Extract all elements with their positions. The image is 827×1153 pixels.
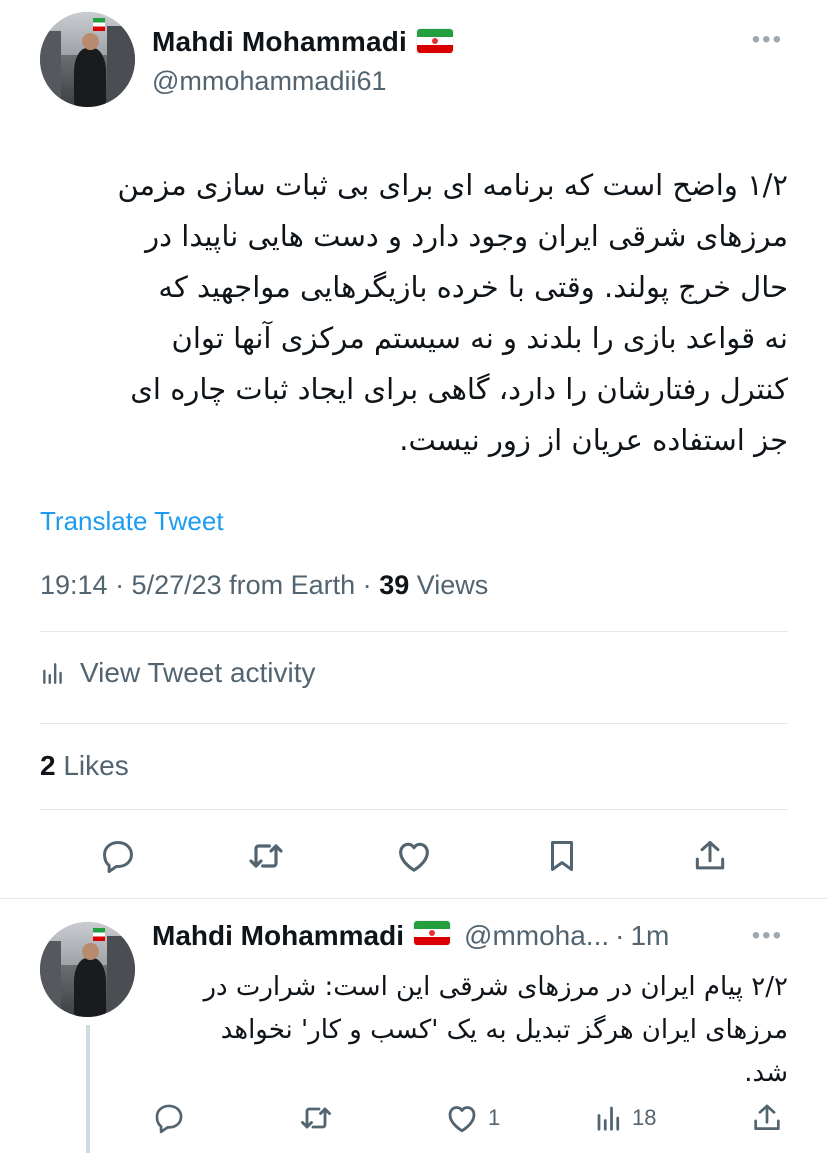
divider — [40, 723, 788, 724]
reply-timestamp[interactable]: 1m — [630, 920, 669, 952]
translate-tweet-link[interactable]: Translate Tweet — [40, 506, 224, 537]
author-name-text: Mahdi Mohammadi — [152, 26, 408, 57]
author-name[interactable]: Mahdi Mohammadi — [152, 26, 454, 58]
author-handle[interactable]: @mmohammadii61 — [152, 66, 386, 97]
more-options-icon[interactable]: ••• — [752, 26, 783, 54]
author-avatar[interactable] — [40, 12, 135, 107]
reply-retweet-button[interactable] — [298, 1098, 342, 1138]
reply-header: Mahdi Mohammadi @mmoha... · 1m — [152, 920, 669, 952]
like-icon — [399, 842, 429, 872]
tweet-metadata: 19:14 · 5/27/23 from Earth · 39 Views — [40, 570, 488, 601]
iran-flag-icon — [414, 921, 451, 945]
tweet-action-bar — [40, 832, 788, 882]
view-tweet-activity-button[interactable]: View Tweet activity — [40, 657, 316, 689]
reply-action-bar: 1 18 — [152, 1098, 792, 1138]
reply-author-avatar[interactable] — [40, 922, 135, 1017]
reply-views-count: 18 — [632, 1105, 657, 1130]
tweet-separator — [0, 898, 827, 899]
like-icon — [448, 1106, 476, 1133]
likes-link[interactable]: 2 Likes — [40, 750, 129, 782]
iran-flag-icon — [417, 28, 454, 53]
retweet-icon — [301, 1107, 331, 1129]
tweet-timestamp[interactable]: 19:14 · 5/27/23 from Earth · — [40, 570, 379, 600]
likes-label: Likes — [55, 750, 129, 781]
reply-views-button[interactable]: 18 — [594, 1098, 656, 1138]
reply-tweet-text: ۲/۲ پیام ایران در مرزهای شرقی این است: ش… — [203, 972, 788, 1088]
reply-reply-button[interactable] — [152, 1098, 194, 1138]
share-icon — [754, 1104, 780, 1130]
separator-dot: · — [615, 920, 625, 951]
reply-button[interactable] — [98, 832, 138, 880]
views-count: 39 — [379, 570, 410, 600]
view-tweet-activity-label: View Tweet activity — [80, 657, 316, 688]
reply-author-handle[interactable]: @mmoha... — [464, 920, 609, 952]
tweet-detail-page: Mahdi Mohammadi @mmohammadii61 ••• ۱/۲ و… — [0, 0, 827, 1153]
reply-author-name[interactable]: Mahdi Mohammadi — [152, 920, 404, 952]
reply-more-options-icon[interactable]: ••• — [752, 922, 783, 950]
reply-like-count: 1 — [488, 1105, 501, 1130]
reply-like-button[interactable]: 1 — [444, 1098, 500, 1138]
divider — [40, 631, 788, 632]
divider — [40, 809, 788, 810]
share-button[interactable] — [690, 832, 730, 880]
reply-share-button[interactable] — [750, 1098, 792, 1138]
retweet-icon — [249, 844, 283, 868]
views-label: Views — [409, 570, 489, 600]
reply-icon — [103, 841, 133, 874]
like-button[interactable] — [394, 832, 434, 880]
tweet-text: ۱/۲ واضح است که برنامه ای برای بی ثبات س… — [117, 168, 788, 457]
likes-count: 2 — [40, 750, 56, 781]
reply-icon — [155, 1104, 183, 1134]
analytics-icon — [43, 663, 62, 684]
retweet-button[interactable] — [246, 832, 286, 880]
thread-connector-line — [86, 1025, 90, 1153]
bookmark-button[interactable] — [542, 832, 582, 880]
share-icon — [695, 841, 725, 870]
bookmark-icon — [550, 841, 574, 871]
analytics-icon — [597, 1106, 620, 1131]
